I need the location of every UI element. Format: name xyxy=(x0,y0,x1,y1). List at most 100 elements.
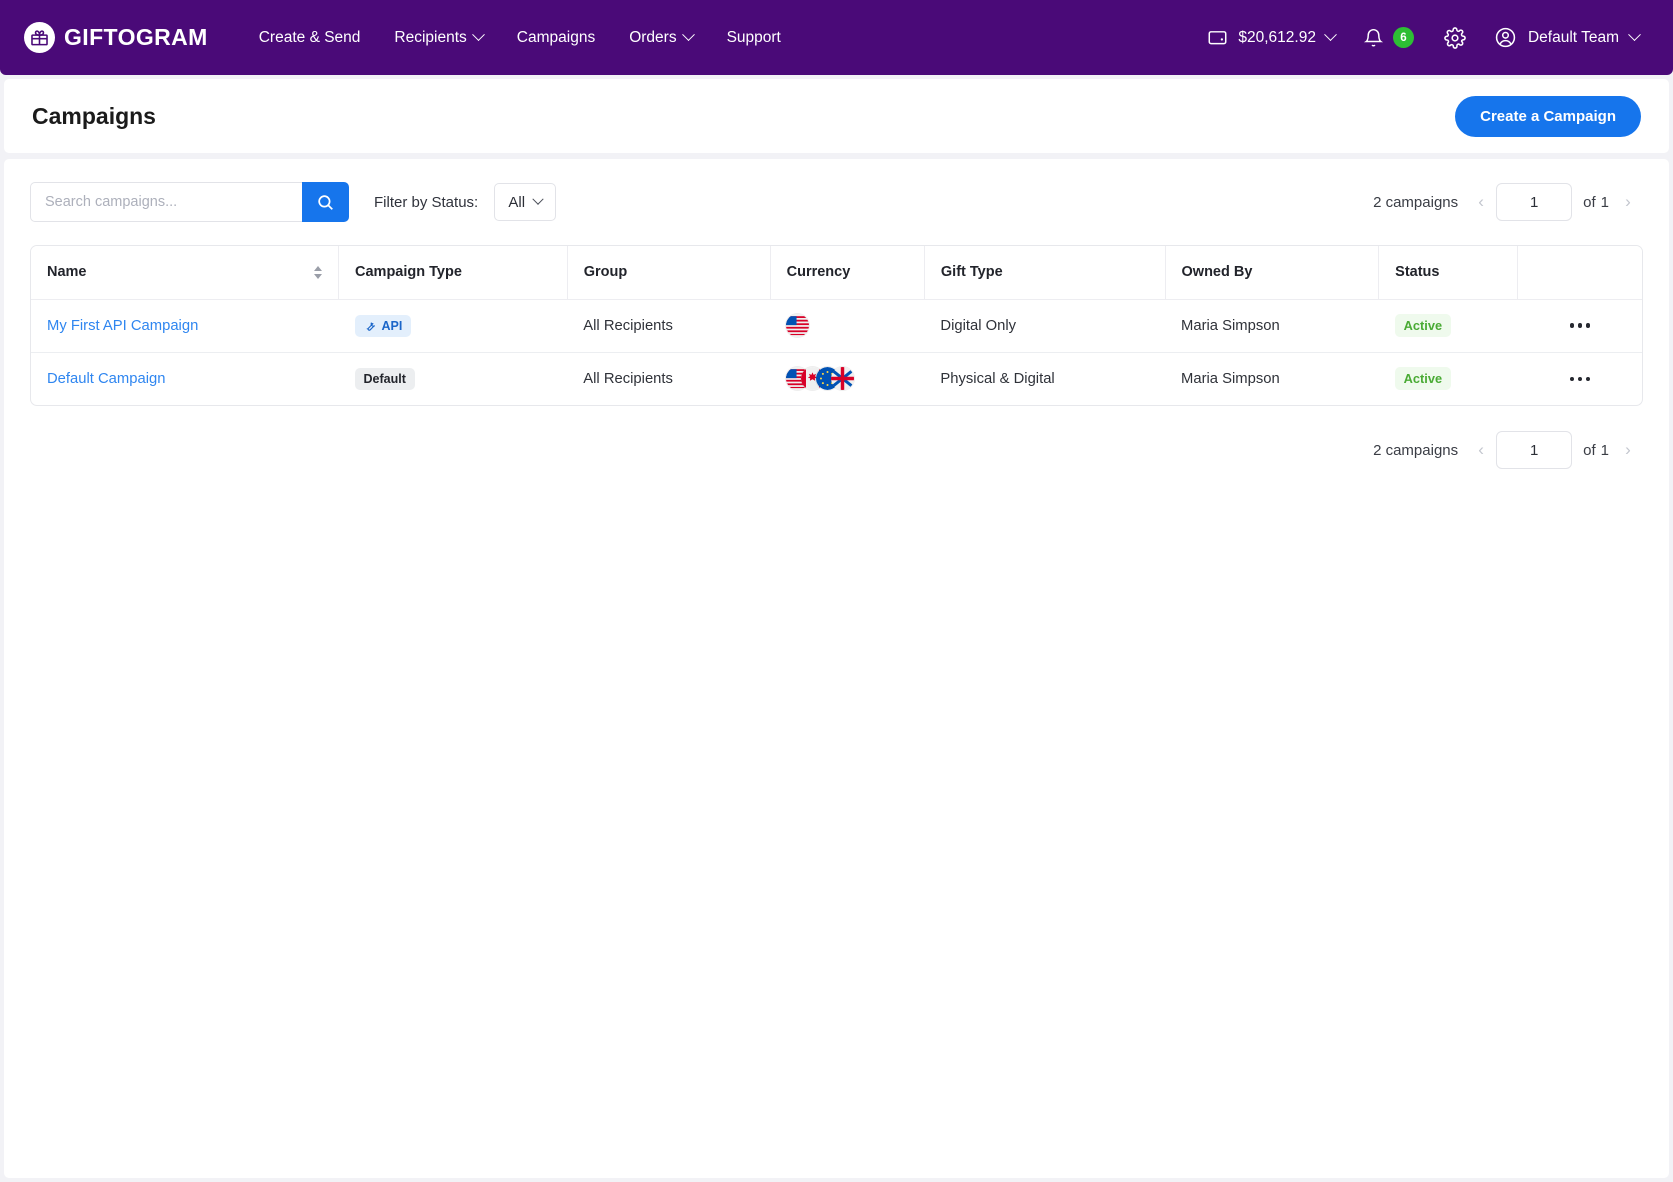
page-number-input[interactable] xyxy=(1496,183,1573,221)
nav-item-create-and-send[interactable]: Create & Send xyxy=(242,19,378,57)
column-header-actions xyxy=(1517,246,1642,300)
pagination-of-label: of xyxy=(1583,193,1596,211)
user-circle-icon xyxy=(1495,27,1516,48)
flag-uk-icon xyxy=(831,367,855,391)
prev-page-button[interactable]: ‹ xyxy=(1466,187,1496,217)
wrench-icon xyxy=(366,321,375,331)
cell-currency xyxy=(770,352,924,405)
column-header-gift-type: Gift Type xyxy=(924,246,1166,300)
campaign-count-label: 2 campaigns xyxy=(1373,441,1459,459)
nav-item-recipients[interactable]: Recipients xyxy=(377,19,499,57)
sort-toggle-icon[interactable] xyxy=(314,265,323,279)
cell-status: Active xyxy=(1379,352,1518,405)
account-team-button[interactable]: Default Team xyxy=(1482,18,1651,57)
chevron-down-icon xyxy=(1628,28,1641,42)
pagination-total-pages: 1 xyxy=(1600,193,1609,211)
campaigns-table-card: Name Campaign Type Group Currency Gift T… xyxy=(30,245,1643,406)
owned-by-value: Maria Simpson xyxy=(1181,317,1280,334)
cell-group: All Recipients xyxy=(567,299,771,353)
nav-item-label: Orders xyxy=(629,28,677,46)
bell-icon xyxy=(1363,28,1384,46)
owned-by-value: Maria Simpson xyxy=(1181,370,1280,387)
pagination-total-pages: 1 xyxy=(1600,441,1609,459)
table-toolbar: Filter by Status: All 2 campaigns ‹ of 1… xyxy=(30,159,1643,245)
column-header-label: Name xyxy=(47,264,87,281)
nav-item-campaigns[interactable]: Campaigns xyxy=(500,19,612,57)
pagination-top: 2 campaigns ‹ of 1 › xyxy=(1373,183,1643,221)
filter-by-status-label: Filter by Status: xyxy=(374,193,479,211)
cell-currency xyxy=(770,299,925,353)
column-header-label: Status xyxy=(1395,264,1440,281)
group-value: All Recipients xyxy=(583,317,673,334)
pagination-of-label: of xyxy=(1583,441,1596,459)
cell-campaign-type: Default xyxy=(339,352,568,405)
campaign-name-link[interactable]: Default Campaign xyxy=(47,371,165,387)
wallet-amount: $20,612.92 xyxy=(1238,28,1316,46)
column-header-name[interactable]: Name xyxy=(31,246,340,300)
column-header-currency: Currency xyxy=(770,246,925,300)
cell-status: Active xyxy=(1378,299,1518,353)
next-page-button[interactable]: › xyxy=(1613,435,1643,465)
kebab-menu-icon[interactable] xyxy=(1534,376,1626,381)
campaigns-table: Name Campaign Type Group Currency Gift T… xyxy=(31,246,1642,405)
cell-owned-by: Maria Simpson xyxy=(1165,299,1379,353)
flag-us-icon xyxy=(786,314,810,337)
column-header-label: Group xyxy=(583,264,628,281)
column-header-label: Gift Type xyxy=(940,264,1003,281)
primary-nav: Create & Send Recipients Campaigns Order… xyxy=(242,19,798,57)
page-number-input[interactable] xyxy=(1496,431,1573,469)
next-page-button[interactable]: › xyxy=(1613,187,1643,217)
brand-logo[interactable]: GIFTOGRAM xyxy=(24,22,208,53)
table-header: Name Campaign Type Group Currency Gift T… xyxy=(31,246,1642,300)
notification-count-badge: 6 xyxy=(1392,27,1414,48)
page-title: Campaigns xyxy=(32,102,156,129)
prev-page-button[interactable]: ‹ xyxy=(1466,435,1496,465)
status-badge: Active xyxy=(1394,314,1452,337)
table-row: My First API Campaign API All Recipients… xyxy=(31,299,1642,353)
table-body: My First API Campaign API All Recipients… xyxy=(31,299,1642,405)
column-header-owned-by: Owned By xyxy=(1165,246,1380,300)
column-header-campaign-type: Campaign Type xyxy=(338,246,568,300)
nav-right-cluster: $20,612.92 6 Default Team xyxy=(1193,18,1651,57)
column-header-group: Group xyxy=(567,246,771,300)
gear-icon xyxy=(1444,26,1466,49)
nav-item-support[interactable]: Support xyxy=(710,19,798,57)
brand-name: GIFTOGRAM xyxy=(64,24,208,50)
table-header-row: Name Campaign Type Group Currency Gift T… xyxy=(31,246,1642,300)
pagination-bottom: 2 campaigns ‹ of 1 › xyxy=(1373,431,1643,469)
app-window: GIFTOGRAM Create & Send Recipients Campa… xyxy=(0,0,1673,1182)
group-value: All Recipients xyxy=(583,370,673,387)
campaign-name-link[interactable]: My First API Campaign xyxy=(47,318,198,334)
gift-type-value: Physical & Digital xyxy=(940,370,1055,387)
search-button[interactable] xyxy=(302,182,349,222)
cell-name: My First API Campaign xyxy=(31,299,339,353)
campaign-type-label: Default xyxy=(363,371,406,386)
nav-item-label: Recipients xyxy=(394,28,467,46)
currency-flag-list xyxy=(786,367,908,391)
cell-owned-by: Maria Simpson xyxy=(1165,352,1379,405)
chevron-down-icon xyxy=(1324,28,1337,42)
create-campaign-button[interactable]: Create a Campaign xyxy=(1455,95,1641,137)
status-filter-value: All xyxy=(508,193,526,211)
column-header-label: Owned By xyxy=(1181,264,1253,281)
wallet-icon xyxy=(1208,31,1227,45)
main-content: Filter by Status: All 2 campaigns ‹ of 1… xyxy=(4,159,1669,1178)
campaign-type-badge: Default xyxy=(354,367,415,390)
nav-item-label: Support xyxy=(726,28,781,46)
search-input[interactable] xyxy=(30,182,302,222)
status-filter-dropdown[interactable]: All xyxy=(494,183,557,221)
wallet-balance-button[interactable]: $20,612.92 xyxy=(1193,19,1349,56)
notifications-button[interactable]: 6 xyxy=(1349,19,1428,57)
gift-type-value: Digital Only xyxy=(940,317,1017,334)
cell-actions xyxy=(1518,352,1642,405)
status-badge: Active xyxy=(1394,367,1452,391)
cell-campaign-type: API xyxy=(338,299,568,353)
nav-item-label: Campaigns xyxy=(516,28,596,46)
cell-name: Default Campaign xyxy=(31,352,339,405)
nav-item-orders[interactable]: Orders xyxy=(612,19,709,57)
chevron-down-icon xyxy=(471,28,485,42)
kebab-menu-icon[interactable] xyxy=(1534,323,1626,328)
account-team-label: Default Team xyxy=(1527,28,1619,46)
cell-actions xyxy=(1517,299,1642,353)
settings-button[interactable] xyxy=(1428,19,1482,57)
